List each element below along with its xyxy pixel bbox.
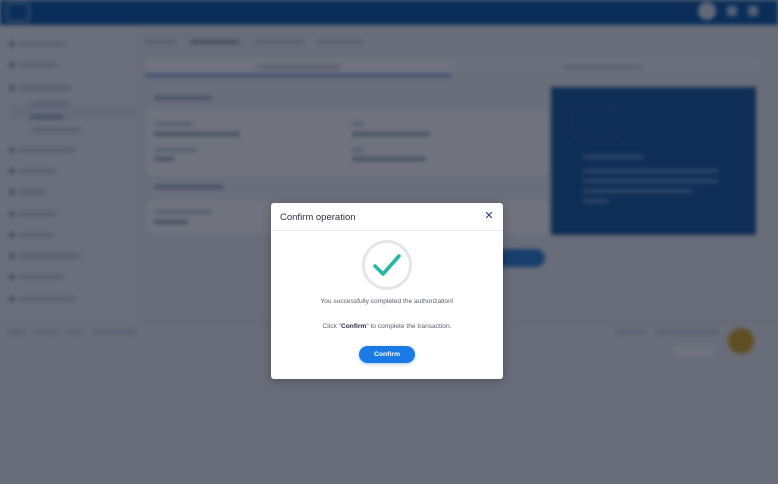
confirm-button[interactable]: Confirm bbox=[359, 346, 415, 363]
instruction-emphasis: Confirm bbox=[341, 323, 367, 330]
confirm-operation-dialog: Confirm operation ✕ You successfully com… bbox=[271, 203, 503, 379]
dialog-title: Confirm operation bbox=[280, 212, 356, 223]
instruction-suffix: " to complete the transaction. bbox=[366, 323, 452, 330]
dialog-divider bbox=[271, 230, 503, 231]
close-icon[interactable]: ✕ bbox=[482, 209, 496, 223]
instruction-message: Click "Confirm" to complete the transact… bbox=[271, 323, 503, 330]
check-circle-icon bbox=[362, 240, 412, 290]
success-message: You successfully completed the authoriza… bbox=[320, 298, 454, 305]
instruction-prefix: Click " bbox=[322, 323, 341, 330]
